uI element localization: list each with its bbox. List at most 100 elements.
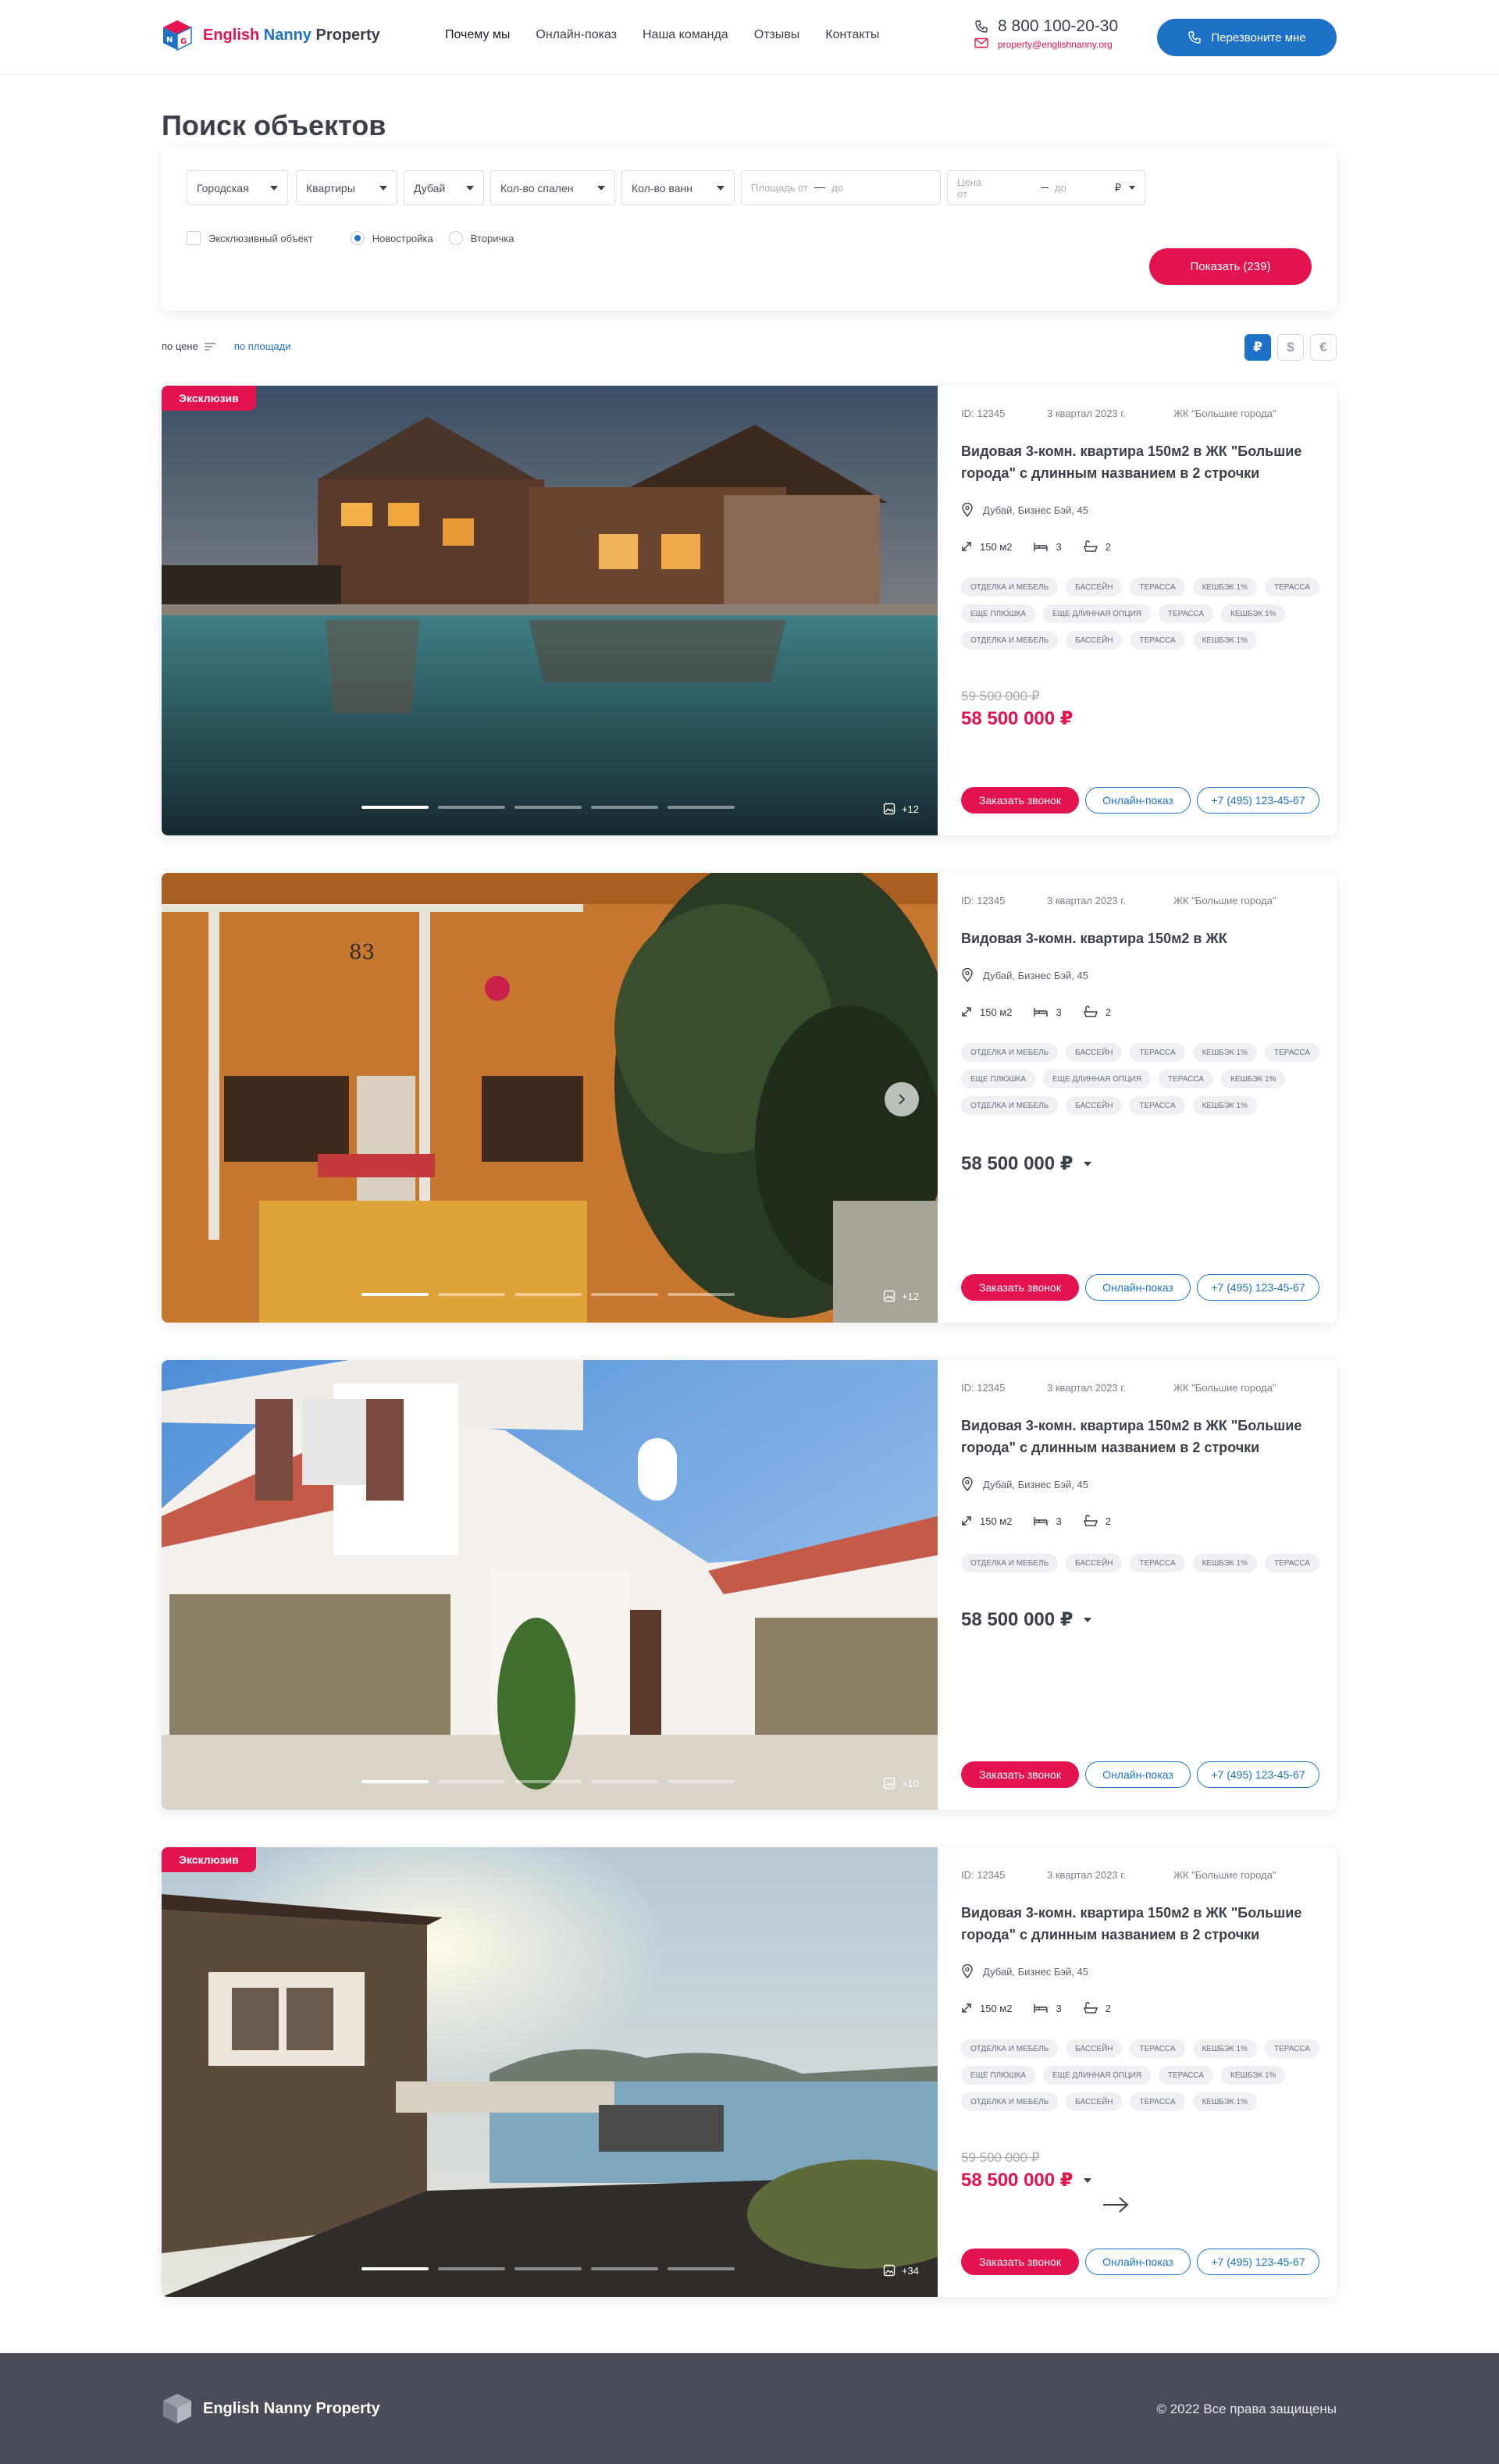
- pagination-dot[interactable]: [515, 2267, 582, 2270]
- gallery-icon: [883, 1777, 895, 1789]
- location-pin-icon: [962, 503, 973, 517]
- callback-button[interactable]: Перезвоните мне: [1157, 19, 1337, 56]
- filter-city[interactable]: Дубай: [404, 170, 484, 205]
- feature-tag: БАССЕЙН: [1066, 2092, 1123, 2111]
- location-pin-icon: [962, 1477, 973, 1491]
- feature-tag: ЕЩЕ ПЛЮШКА: [961, 1070, 1036, 1088]
- request-call-button[interactable]: Заказать звонок: [961, 1761, 1079, 1788]
- phone-button[interactable]: +7 (495) 123-45-67: [1197, 1274, 1319, 1301]
- price-range[interactable]: Цена от до ₽: [947, 170, 1145, 205]
- pagination-dot[interactable]: [591, 1293, 658, 1296]
- phone-button[interactable]: +7 (495) 123-45-67: [1197, 2249, 1319, 2275]
- photo-pagination: [361, 1780, 735, 1783]
- sort-bar: по цене по площади: [162, 340, 290, 352]
- listing-title[interactable]: Видовая 3-комн. квартира 150м2 в ЖК "Бол…: [961, 1415, 1328, 1458]
- listing-photo[interactable]: +10: [162, 1360, 938, 1810]
- online-tour-button[interactable]: Онлайн-показ: [1085, 787, 1191, 814]
- listing-photo[interactable]: 83 +12: [162, 873, 938, 1323]
- pagination-dot[interactable]: [361, 806, 429, 809]
- filter-category[interactable]: Квартиры: [296, 170, 397, 205]
- online-tour-button[interactable]: Онлайн-показ: [1085, 1761, 1191, 1788]
- request-call-button[interactable]: Заказать звонок: [961, 1274, 1079, 1301]
- show-results-button[interactable]: Показать (239): [1149, 248, 1312, 285]
- nav-team[interactable]: Наша команда: [643, 28, 728, 42]
- listing-card[interactable]: Эксклюзив +12 ID: 12345 3 квартал 2023 г…: [162, 386, 1337, 835]
- pagination-dot[interactable]: [515, 806, 582, 809]
- listing-photo[interactable]: Эксклюзив +12: [162, 386, 938, 835]
- feature-tag: ТЕРАССА: [1158, 1070, 1214, 1088]
- request-call-button[interactable]: Заказать звонок: [961, 787, 1079, 814]
- area-range[interactable]: Площадь от до: [741, 170, 941, 205]
- arrow-right-icon[interactable]: [1102, 2195, 1130, 2214]
- next-photo-button[interactable]: [885, 1082, 919, 1116]
- pagination-dot[interactable]: [668, 1293, 735, 1296]
- nav-why-us[interactable]: Почему мы: [445, 28, 510, 42]
- price-from-input[interactable]: Цена от: [957, 176, 983, 200]
- listing-card[interactable]: Эксклюзив +34 ID: 12345 3 квартал 2023 г…: [162, 1847, 1337, 2297]
- pagination-dot[interactable]: [361, 1780, 429, 1783]
- pagination-dot[interactable]: [438, 2267, 505, 2270]
- online-tour-button[interactable]: Онлайн-показ: [1085, 2249, 1191, 2275]
- address-text: Дубай, Бизнес Бэй, 45: [983, 504, 1088, 516]
- sort-by-price-label: по цене: [162, 340, 198, 352]
- resale-radio[interactable]: [448, 231, 463, 245]
- logo[interactable]: N G English Nanny Property: [161, 19, 380, 52]
- pagination-dot[interactable]: [591, 1780, 658, 1783]
- pagination-dot[interactable]: [361, 1293, 429, 1296]
- listing-photo[interactable]: Эксклюзив +34: [162, 1847, 938, 2297]
- filter-property-type[interactable]: Городская: [187, 170, 288, 205]
- nav-reviews[interactable]: Отзывы: [754, 28, 800, 42]
- request-call-button[interactable]: Заказать звонок: [961, 2249, 1079, 2275]
- pagination-dot[interactable]: [591, 2267, 658, 2270]
- pagination-dot[interactable]: [668, 2267, 735, 2270]
- phone-button[interactable]: +7 (495) 123-45-67: [1197, 787, 1319, 814]
- price-currency-select[interactable]: ₽: [1115, 182, 1121, 194]
- listing-address: Дубай, Бизнес Бэй, 45: [961, 1964, 1088, 1978]
- filter-bathrooms[interactable]: Кол-во ванн: [621, 170, 735, 205]
- price-value: 58 500 000 ₽: [961, 708, 1074, 729]
- filter-bedrooms[interactable]: Кол-во спален: [490, 170, 615, 205]
- area-from-input[interactable]: Площадь от: [751, 182, 808, 194]
- pagination-dot[interactable]: [668, 1780, 735, 1783]
- pagination-dot[interactable]: [361, 2267, 429, 2270]
- listing-title[interactable]: Видовая 3-комн. квартира 150м2 в ЖК "Бол…: [961, 440, 1328, 484]
- phone-button[interactable]: +7 (495) 123-45-67: [1197, 1761, 1319, 1788]
- pagination-dot[interactable]: [438, 1293, 505, 1296]
- footer-logo[interactable]: English Nanny Property: [161, 2392, 380, 2425]
- sort-by-price[interactable]: по цене: [162, 340, 215, 352]
- feature-tag: БАССЕЙН: [1066, 578, 1123, 596]
- beds-value: 3: [1056, 540, 1062, 553]
- price[interactable]: 58 500 000 ₽: [961, 1608, 1092, 1631]
- chevron-down-icon: [379, 185, 387, 190]
- listing-card[interactable]: +10 ID: 12345 3 квартал 2023 г. ЖК "Боль…: [162, 1360, 1337, 1810]
- header-phone[interactable]: 8 800 100-20-30: [998, 17, 1118, 36]
- price-to-input[interactable]: до: [1055, 182, 1066, 194]
- nav-contacts[interactable]: Контакты: [825, 28, 879, 42]
- price[interactable]: 58 500 000 ₽: [961, 2169, 1092, 2192]
- currency-rub[interactable]: ₽: [1244, 334, 1271, 361]
- feature-tag: КЕШБЭК 1%: [1192, 631, 1257, 650]
- pagination-dot[interactable]: [591, 806, 658, 809]
- exclusive-checkbox[interactable]: [187, 231, 201, 245]
- online-tour-button[interactable]: Онлайн-показ: [1085, 1274, 1191, 1301]
- new-building-radio[interactable]: [350, 231, 365, 245]
- header-email[interactable]: property@englishnanny.org: [998, 39, 1113, 50]
- feature-tag: ОТДЕЛКА И МЕБЕЛЬ: [961, 2092, 1059, 2111]
- price[interactable]: 58 500 000 ₽: [961, 1152, 1092, 1175]
- currency-usd[interactable]: $: [1277, 334, 1304, 361]
- sort-by-area[interactable]: по площади: [234, 340, 291, 352]
- pagination-dot[interactable]: [515, 1293, 582, 1296]
- pagination-dot[interactable]: [438, 1780, 505, 1783]
- nav-online-tour[interactable]: Онлайн-показ: [536, 28, 617, 42]
- feature-tag: ЕЩЕ ДЛИННАЯ ОПЦИЯ: [1043, 1070, 1151, 1088]
- photo-pagination: [361, 2267, 735, 2270]
- pagination-dot[interactable]: [668, 806, 735, 809]
- currency-eur[interactable]: €: [1310, 334, 1337, 361]
- listing-title[interactable]: Видовая 3-комн. квартира 150м2 в ЖК "Бол…: [961, 1902, 1328, 1946]
- pagination-dot[interactable]: [515, 1780, 582, 1783]
- listing-id: ID: 12345: [961, 1382, 1006, 1394]
- pagination-dot[interactable]: [438, 806, 505, 809]
- listing-title[interactable]: Видовая 3-комн. квартира 150м2 в ЖК: [961, 928, 1328, 949]
- listing-card[interactable]: 83 +12 ID: 12345 3 квартал 2023 г. ЖК "Б…: [162, 873, 1337, 1323]
- area-to-input[interactable]: до: [831, 182, 843, 194]
